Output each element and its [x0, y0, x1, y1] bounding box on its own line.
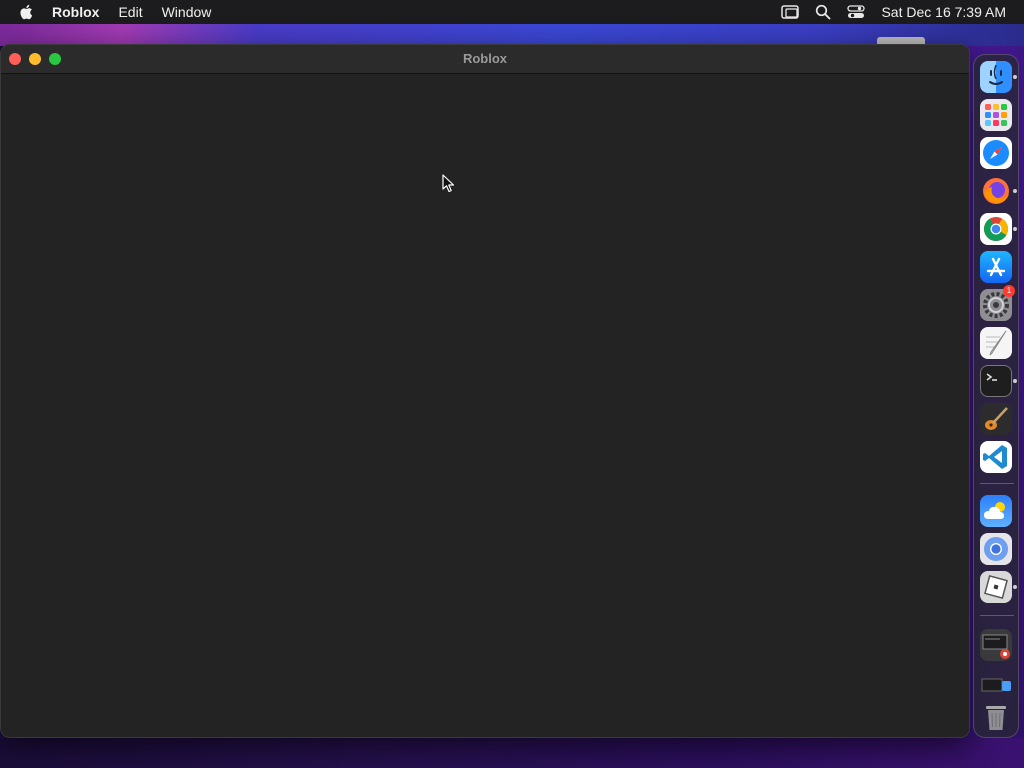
wallpaper-bottom	[0, 738, 1024, 768]
dock-chromium-icon[interactable]	[980, 533, 1012, 565]
dock-finder-icon[interactable]	[980, 61, 1012, 93]
apple-logo-icon[interactable]	[18, 3, 36, 21]
dock-chrome-icon[interactable]	[980, 213, 1012, 245]
dock-separator	[980, 615, 1014, 616]
dock-running-indicator	[1013, 227, 1017, 231]
dock-app-store-icon[interactable]	[980, 251, 1012, 283]
dock-safari-icon[interactable]	[980, 137, 1012, 169]
dock-trash-icon[interactable]	[980, 701, 1012, 733]
control-center-icon[interactable]	[847, 4, 866, 20]
dock-system-settings-icon[interactable]: 1	[980, 285, 1015, 321]
menu-window[interactable]: Window	[162, 4, 212, 20]
dock-running-indicator	[1013, 379, 1017, 383]
app-window: Roblox	[0, 44, 970, 738]
dock-garageband-icon[interactable]	[980, 403, 1012, 435]
mouse-cursor-icon	[442, 174, 455, 193]
window-title: Roblox	[462, 51, 508, 66]
window-titlebar[interactable]: Roblox	[1, 45, 969, 74]
dock-terminal-icon[interactable]	[980, 365, 1012, 397]
notification-badge: 1	[1003, 285, 1015, 297]
menu-edit[interactable]: Edit	[118, 4, 142, 20]
spotlight-search-icon[interactable]	[815, 4, 831, 20]
dock-firefox-icon[interactable]	[980, 175, 1012, 207]
dock-folder-stack-icon[interactable]	[980, 669, 1012, 701]
screen-mirroring-icon[interactable]	[781, 4, 800, 20]
dock-separator	[980, 483, 1014, 484]
window-content[interactable]	[1, 74, 969, 737]
menu-bar: Roblox Edit Window Sat Dec 16 7:39 AM	[0, 0, 1024, 24]
dock-launchpad-icon[interactable]	[980, 99, 1012, 131]
dock-vscode-icon[interactable]	[980, 441, 1012, 473]
dock-running-indicator	[1013, 189, 1017, 193]
menu-extras: Sat Dec 16 7:39 AM	[781, 4, 1006, 20]
wallpaper-streak	[0, 24, 1024, 46]
dock: 1	[973, 54, 1019, 738]
dock-roblox-icon[interactable]	[980, 571, 1012, 603]
menu-app-name[interactable]: Roblox	[52, 4, 99, 20]
dock-running-indicator	[1013, 75, 1017, 79]
dock-downloads-stack-icon[interactable]	[980, 629, 1012, 661]
dock-textedit-icon[interactable]	[980, 327, 1012, 359]
menu-clock[interactable]: Sat Dec 16 7:39 AM	[881, 4, 1006, 20]
dock-running-indicator	[1013, 585, 1017, 589]
dock-weather-icon[interactable]	[980, 495, 1012, 527]
